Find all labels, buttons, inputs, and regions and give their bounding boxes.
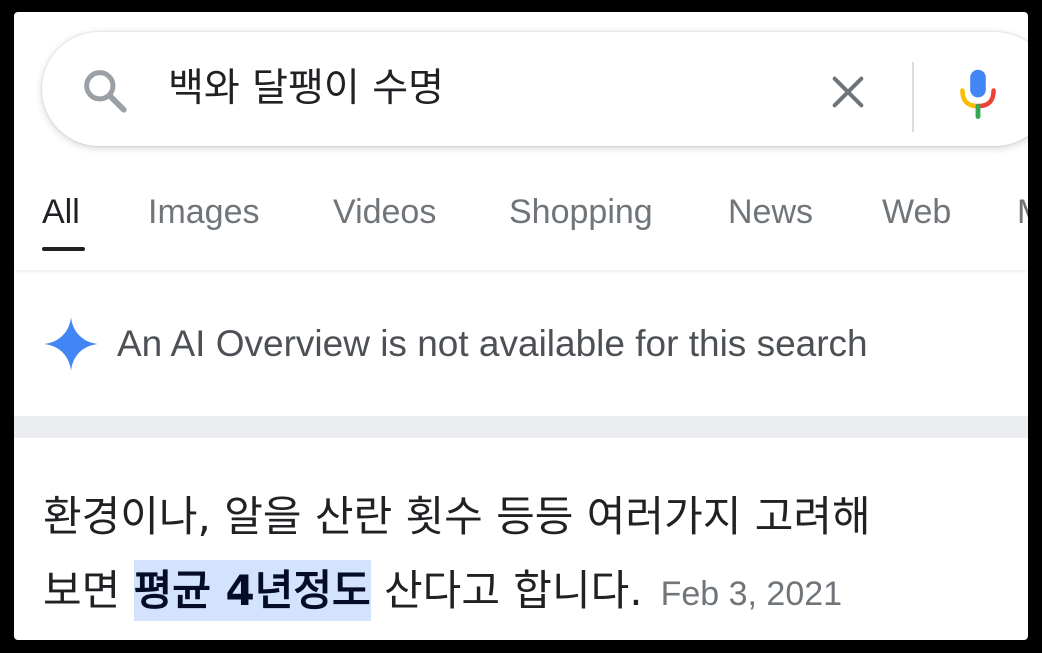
snippet-date: Feb 3, 2021 — [660, 575, 843, 613]
section-divider — [14, 416, 1028, 438]
tab-web[interactable]: Web — [882, 192, 951, 232]
tab-images[interactable]: Images — [148, 192, 260, 232]
search-input[interactable]: 백와 달팽이 수명 — [168, 64, 444, 114]
search-icon[interactable] — [80, 66, 130, 116]
tab-news[interactable]: News — [728, 192, 813, 232]
ai-overview-notice: An AI Overview is not available for this… — [14, 312, 1028, 376]
search-bar[interactable]: 백와 달팽이 수명 — [42, 32, 1028, 146]
tab-videos[interactable]: Videos — [333, 192, 436, 232]
active-tab-indicator — [42, 247, 85, 251]
microphone-icon[interactable] — [956, 68, 1000, 120]
ai-overview-message: An AI Overview is not available for this… — [117, 323, 868, 364]
search-tabs: All Images Videos Shopping News Web M — [14, 170, 1028, 270]
search-results-page: 백와 달팽이 수명 All Images Videos Shopping New… — [14, 12, 1028, 640]
tab-shopping[interactable]: Shopping — [509, 192, 653, 232]
sparkle-icon — [44, 317, 98, 371]
snippet-line-1: 환경이나, 알을 산란 횟수 등등 여러가지 고려해 — [43, 492, 871, 541]
tab-more[interactable]: M — [1017, 192, 1028, 232]
search-bar-divider — [912, 62, 914, 132]
close-icon[interactable] — [828, 72, 868, 112]
featured-snippet: 환경이나, 알을 산란 횟수 등등 여러가지 고려해 보면 평균 4년정도 산다… — [43, 480, 1028, 628]
snippet-line-2: 보면 평균 4년정도 산다고 합니다. Feb 3, 2021 — [43, 554, 1028, 628]
screenshot-frame: 백와 달팽이 수명 All Images Videos Shopping New… — [0, 0, 1042, 653]
snippet-text-suffix: 산다고 합니다. — [370, 566, 643, 615]
snippet-highlight: 평균 4년정도 — [133, 560, 371, 621]
snippet-text-prefix: 보면 — [43, 566, 134, 615]
tab-all[interactable]: All — [42, 192, 80, 232]
